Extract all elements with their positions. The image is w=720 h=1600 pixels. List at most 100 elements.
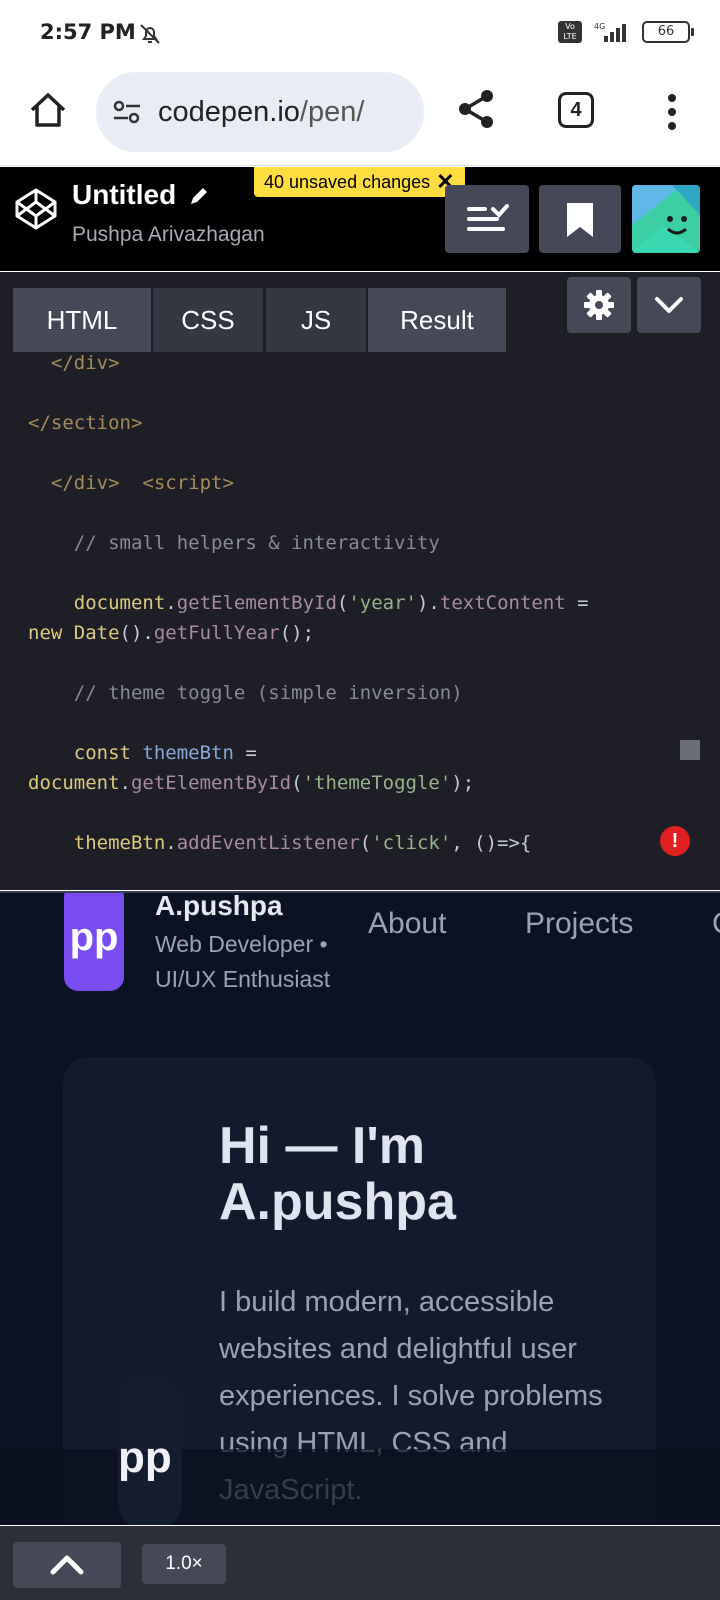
site-name: A.pushpa [155, 891, 283, 921]
code-token: document [28, 772, 120, 794]
site-logo[interactable]: pp [64, 893, 124, 991]
tab-result[interactable]: Result [368, 288, 506, 352]
code-token: 'year' [348, 592, 417, 614]
collapse-editor-button[interactable] [637, 277, 701, 333]
tab-css[interactable]: CSS [153, 288, 263, 352]
bookmark-icon [567, 203, 593, 237]
code-token: ( [291, 772, 303, 794]
signal-icon: 4G [594, 22, 626, 42]
bell-muted-icon [140, 24, 160, 44]
nav-next-link[interactable]: C [712, 907, 720, 941]
code-line: </div> [28, 348, 688, 378]
code-token: addEventListener [176, 832, 360, 854]
code-line: // small helpers & interactivity [28, 528, 688, 558]
code-token: ); [451, 772, 475, 794]
code-token: = [565, 592, 589, 614]
code-token: getFullYear [153, 622, 280, 644]
code-token: new [28, 622, 74, 644]
code-token: 'click' [371, 832, 452, 854]
browser-toolbar: codepen.io/pen/ 4 [0, 68, 720, 166]
code-line: const themeBtn = [28, 738, 688, 768]
code-token: , ()=>{ [451, 832, 532, 854]
url-text: codepen.io/pen/ [158, 96, 364, 129]
unsaved-changes-badge[interactable]: 40 unsaved changes ✕ [254, 167, 465, 197]
pen-title[interactable]: Untitled [72, 179, 176, 211]
site-role-line2: UI/UX Enthusiast [155, 966, 331, 992]
code-editor: HTML CSS JS Result </div></section> </d [0, 272, 720, 890]
pen-author[interactable]: Pushpa Arivazhagan [72, 223, 265, 247]
code-token: textContent [439, 592, 566, 614]
share-icon[interactable] [456, 88, 496, 130]
code-token: . [165, 592, 177, 614]
settings-button[interactable] [567, 277, 631, 333]
editor-bottom-bar: 1.0× [0, 1526, 720, 1600]
codepen-logo-icon[interactable] [14, 187, 58, 231]
chevron-down-icon [655, 297, 683, 313]
editor-scrollbar-thumb[interactable] [680, 740, 700, 760]
code-token: . [119, 772, 131, 794]
code-token: // theme toggle (simple inversion) [28, 682, 463, 704]
code-token: getElementById [176, 592, 337, 614]
result-preview: pp A.pushpa Web Developer • UI/UX Enthus… [0, 891, 720, 1525]
error-indicator-icon[interactable]: ! [660, 826, 690, 856]
unsaved-changes-label: 40 unsaved changes [264, 172, 431, 192]
tab-switcher-button[interactable]: 4 [558, 92, 594, 128]
code-token: 'themeToggle' [302, 772, 452, 794]
code-token: </section> [28, 412, 143, 434]
volte-icon: Vo LTE [558, 21, 582, 43]
tab-html[interactable]: HTML [13, 288, 151, 352]
network-label: 4G [594, 22, 605, 31]
edit-pencil-icon[interactable] [188, 185, 210, 207]
site-settings-icon[interactable] [112, 97, 142, 127]
code-line: </section> [28, 408, 688, 438]
address-bar[interactable]: codepen.io/pen/ [96, 72, 424, 152]
code-token: const [28, 742, 143, 764]
status-bar: 2:57 PM Vo LTE 4G 66 [0, 0, 720, 68]
code-token: (). [119, 622, 154, 644]
code-line: document.getElementById('year').textCont… [28, 588, 688, 618]
layout-icon [467, 204, 509, 231]
code-token: = [233, 742, 257, 764]
nav-about-link[interactable]: About [368, 907, 446, 941]
tab-js[interactable]: JS [266, 288, 366, 352]
battery-icon: 66 [642, 21, 694, 43]
user-avatar[interactable] [632, 185, 700, 253]
code-token: ). [416, 592, 440, 614]
code-token: . [165, 832, 177, 854]
code-token: (); [279, 622, 315, 644]
overflow-menu-icon[interactable] [660, 92, 684, 132]
code-token: <script> [142, 472, 234, 494]
zoom-level-button[interactable]: 1.0× [142, 1544, 226, 1584]
site-role-line1: Web Developer • [155, 931, 328, 957]
code-token: themeBtn [142, 742, 234, 764]
hero-heading-line1: Hi — I'm [219, 1117, 425, 1175]
url-domain: codepen.io [158, 95, 300, 128]
code-line: document.getElementById('themeToggle'); [28, 768, 688, 798]
code-line: themeBtn.addEventListener('click', ()=>{ [28, 828, 688, 858]
code-line: </div> <script> [28, 468, 688, 498]
bookmark-button[interactable] [539, 185, 621, 253]
layout-button[interactable] [445, 185, 529, 253]
home-icon[interactable] [28, 90, 68, 130]
code-token: themeBtn [28, 832, 166, 854]
code-token: </div> [28, 472, 143, 494]
code-token: document [28, 592, 166, 614]
editor-tabs-bar: HTML CSS JS Result [0, 272, 720, 352]
code-line: // theme toggle (simple inversion) [28, 678, 688, 708]
nav-projects-link[interactable]: Projects [525, 907, 633, 941]
codepen-header: Untitled Pushpa Arivazhagan 40 unsaved c… [0, 167, 720, 271]
code-token: // small helpers & interactivity [28, 532, 440, 554]
gear-icon [584, 290, 614, 320]
preview-overlay-band [0, 1449, 720, 1525]
code-area[interactable]: </div> </section> </div> <script> // smal… [28, 348, 688, 858]
chevron-up-icon [50, 1555, 84, 1575]
avatar-image [632, 185, 700, 253]
expand-up-button[interactable] [13, 1542, 121, 1588]
code-token: ( [359, 832, 372, 854]
status-indicators: Vo LTE 4G 66 [558, 20, 694, 44]
